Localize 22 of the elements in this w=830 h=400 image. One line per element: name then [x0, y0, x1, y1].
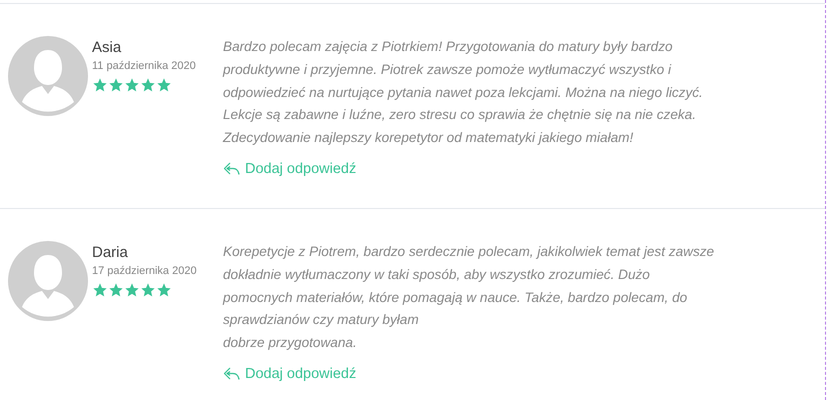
reply-icon	[223, 366, 240, 381]
star-icon	[92, 77, 108, 93]
review-date: 11 października 2020	[92, 60, 197, 72]
star-icon	[156, 77, 172, 93]
star-icon	[124, 282, 140, 298]
review-text: Bardzo polecam zajęcia z Piotrkiem! Przygotowania do matury były bardzo produktywne i przyjemne. Piotrek zawsze pomoże wytłumaczyć wszystko i odpowiedzieć na nurtujące pytania nawet poza lekcjami. Można na niego liczyć. Lekcje są zabawne i luźne, zero stresu co sprawia że chętnie się na nie czeka. Zdecydowanie najlepszy korepetytor od matematyki jakiego miałam!	[223, 38, 703, 148]
avatar-icon	[8, 36, 88, 116]
avatar-icon	[8, 241, 88, 321]
star-icon	[108, 282, 124, 298]
review-text: Korepetycje z Piotrem, bardzo serdecznie polecam, jakikolwiek temat jest zawsze dokładnie wytłumaczony w taki sposób, aby wszystko zrozumieć. Dużo pomocnych materiałów, które pomagają w nauce. Także, bardzo polecam, do sprawdzianów czy matury byłam dobrze przygotowana.	[223, 243, 714, 352]
star-icon	[156, 282, 172, 298]
star-icon	[124, 77, 140, 93]
reply-link[interactable]: Dodaj odpowiedź	[223, 366, 356, 382]
reviewer-name: Asia	[92, 39, 122, 56]
reviewer-name: Daria	[92, 244, 129, 261]
review-date: 17 października 2020	[92, 265, 198, 277]
star-icon	[140, 282, 156, 298]
reply-icon	[223, 162, 240, 176]
star-icon	[108, 77, 124, 93]
reply-link[interactable]: Dodaj odpowiedź	[223, 160, 356, 177]
star-icon	[140, 77, 156, 93]
star-icon	[92, 282, 108, 298]
